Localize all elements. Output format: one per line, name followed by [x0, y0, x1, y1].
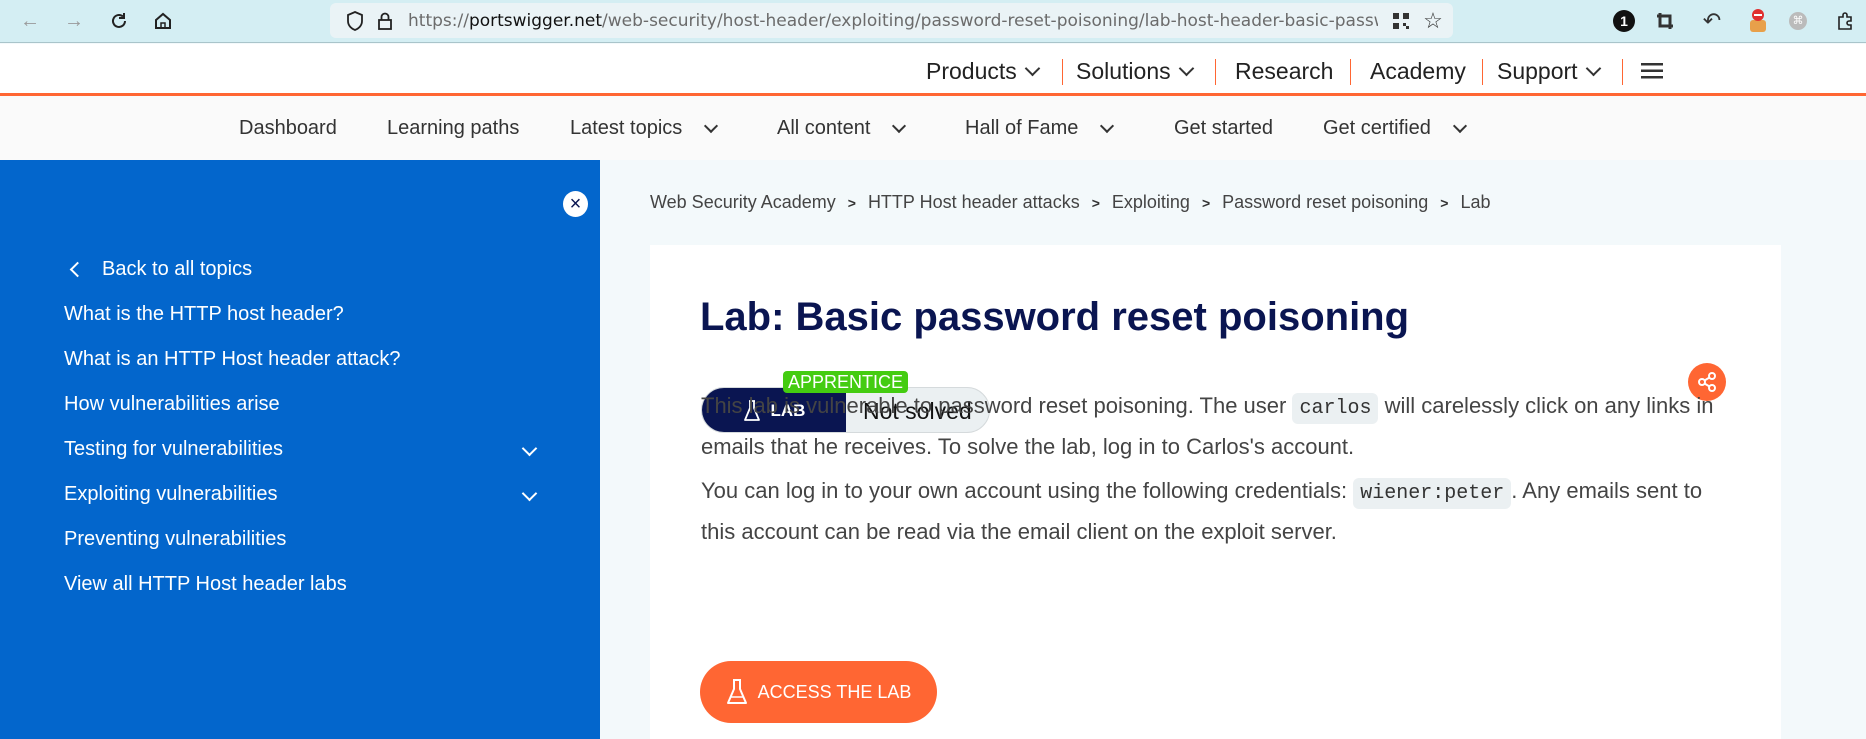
- breadcrumb-lab[interactable]: Lab: [1460, 192, 1490, 213]
- chevron-down-icon[interactable]: [521, 485, 538, 502]
- sidebar-item-exploiting[interactable]: Exploiting vulnerabilities: [64, 483, 277, 506]
- breadcrumb-separator: >: [1201, 195, 1211, 211]
- topic-sidebar: × Back to all topics What is the HTTP ho…: [0, 160, 600, 739]
- nav-solutions[interactable]: Solutions: [1076, 58, 1194, 85]
- subnav-all-content-label: All content: [777, 117, 871, 139]
- subnav-learning-paths[interactable]: Learning paths: [387, 117, 519, 140]
- back-arrow-icon[interactable]: ←: [17, 8, 43, 34]
- breadcrumb-separator: >: [847, 195, 856, 211]
- reload-icon[interactable]: [106, 8, 132, 34]
- subnav-learning-paths-label: Learning paths: [387, 117, 520, 139]
- chevron-down-icon: [892, 118, 907, 133]
- para1-text: This lab is vulnerable to password reset…: [701, 393, 1293, 418]
- subnav-dashboard-label: Dashboard: [239, 117, 337, 139]
- hamburger-menu-icon[interactable]: [1641, 62, 1663, 80]
- back-to-all-topics-link[interactable]: Back to all topics: [102, 258, 252, 281]
- breadcrumb-separator: >: [1091, 195, 1100, 211]
- qr-code-icon[interactable]: [1388, 8, 1414, 34]
- breadcrumb-separator: >: [1440, 195, 1449, 211]
- subnav-hall-of-fame-label: Hall of Fame: [965, 117, 1079, 139]
- flask-icon: [726, 679, 747, 704]
- nav-products[interactable]: Products: [926, 58, 1041, 85]
- subnav-get-started[interactable]: Get started: [1174, 117, 1273, 140]
- username-code: carlos: [1292, 393, 1379, 424]
- blocked-extension-icon[interactable]: [1745, 8, 1771, 34]
- browser-toolbar: ← → https://portswigger.net/web-security…: [0, 0, 1866, 43]
- chevron-down-icon: [1585, 60, 1601, 77]
- subnav-hall-of-fame[interactable]: Hall of Fame: [965, 117, 1115, 140]
- close-icon[interactable]: ×: [563, 191, 588, 217]
- nav-products-label: Products: [926, 58, 1017, 84]
- nav-divider: [1215, 59, 1216, 85]
- top-navigation: Products Solutions Research Academy Supp…: [0, 44, 1866, 94]
- shield-icon[interactable]: [342, 8, 368, 34]
- access-button-label: ACCESS THE LAB: [757, 681, 912, 702]
- nav-solutions-label: Solutions: [1076, 58, 1171, 84]
- subnav-latest-topics[interactable]: Latest topics: [570, 117, 719, 140]
- breadcrumb: Web Security Academy > HTTP Host header …: [650, 192, 1490, 213]
- breadcrumb-exploiting[interactable]: Exploiting: [1112, 192, 1190, 213]
- forward-arrow-icon[interactable]: →: [61, 8, 87, 34]
- nav-divider: [1482, 59, 1483, 85]
- chevron-down-icon: [1024, 60, 1041, 77]
- nav-research-label: Research: [1235, 58, 1334, 84]
- access-the-lab-button[interactable]: ACCESS THE LAB: [700, 661, 937, 723]
- chevron-down-icon: [704, 118, 719, 133]
- subnav-dashboard[interactable]: Dashboard: [239, 117, 337, 140]
- sidebar-item-testing[interactable]: Testing for vulnerabilities: [64, 438, 283, 461]
- sidebar-item-how-vulnerabilities-arise[interactable]: How vulnerabilities arise: [64, 393, 280, 416]
- sidebar-item-preventing[interactable]: Preventing vulnerabilities: [64, 528, 286, 551]
- undo-arrow-icon[interactable]: ↶: [1699, 8, 1725, 34]
- address-bar[interactable]: https://portswigger.net/web-security/hos…: [330, 3, 1453, 38]
- nav-divider: [1350, 59, 1351, 85]
- chevron-down-icon: [1100, 118, 1115, 133]
- chevron-down-icon: [1178, 60, 1194, 77]
- lab-description-paragraph-2: You can log in to your own account using…: [701, 472, 1741, 551]
- breadcrumb-web-security-academy[interactable]: Web Security Academy: [650, 192, 836, 213]
- nav-divider: [1062, 59, 1063, 85]
- nav-support[interactable]: Support: [1497, 58, 1601, 85]
- crop-icon[interactable]: [1652, 8, 1678, 34]
- para2-text: You can log in to your own account using…: [701, 478, 1354, 503]
- nav-academy-label: Academy: [1370, 58, 1466, 84]
- academy-navigation: Dashboard Learning paths Latest topics A…: [0, 96, 1866, 160]
- breadcrumb-password-reset-poisoning[interactable]: Password reset poisoning: [1222, 192, 1428, 213]
- nav-research[interactable]: Research: [1235, 58, 1333, 85]
- chevron-down-icon[interactable]: [521, 440, 538, 457]
- lock-icon[interactable]: [372, 8, 398, 34]
- subnav-latest-topics-label: Latest topics: [570, 117, 683, 139]
- bookmark-star-icon[interactable]: ☆: [1420, 8, 1446, 34]
- subnav-get-certified[interactable]: Get certified: [1323, 117, 1467, 140]
- nav-divider: [1622, 59, 1623, 85]
- url-text[interactable]: https://portswigger.net/web-security/hos…: [408, 11, 1378, 31]
- subnav-get-certified-label: Get certified: [1323, 117, 1431, 139]
- sidebar-item-what-is-host-header[interactable]: What is the HTTP host header?: [64, 303, 344, 326]
- extensions-puzzle-icon[interactable]: [1832, 8, 1858, 34]
- home-icon[interactable]: [150, 8, 176, 34]
- sidebar-item-view-all-labs[interactable]: View all HTTP Host header labs: [64, 573, 347, 596]
- chevron-left-icon[interactable]: [69, 261, 86, 278]
- breadcrumb-host-header-attacks[interactable]: HTTP Host header attacks: [868, 192, 1080, 213]
- credentials-code: wiener:peter: [1353, 478, 1512, 509]
- extension-badge-icon[interactable]: 1: [1611, 8, 1637, 34]
- chevron-down-icon: [1452, 118, 1467, 133]
- nav-support-label: Support: [1497, 58, 1578, 84]
- subnav-get-started-label: Get started: [1174, 117, 1273, 139]
- lab-card: Lab: Basic password reset poisoning LAB …: [650, 245, 1781, 739]
- subnav-all-content[interactable]: All content: [777, 117, 907, 140]
- sidebar-item-host-header-attack[interactable]: What is an HTTP Host header attack?: [64, 348, 400, 371]
- nav-academy[interactable]: Academy: [1370, 58, 1466, 85]
- lab-description-paragraph-1: This lab is vulnerable to password reset…: [701, 387, 1741, 466]
- page-title: Lab: Basic password reset poisoning: [700, 295, 1410, 339]
- command-extension-icon[interactable]: ⌘: [1785, 8, 1811, 34]
